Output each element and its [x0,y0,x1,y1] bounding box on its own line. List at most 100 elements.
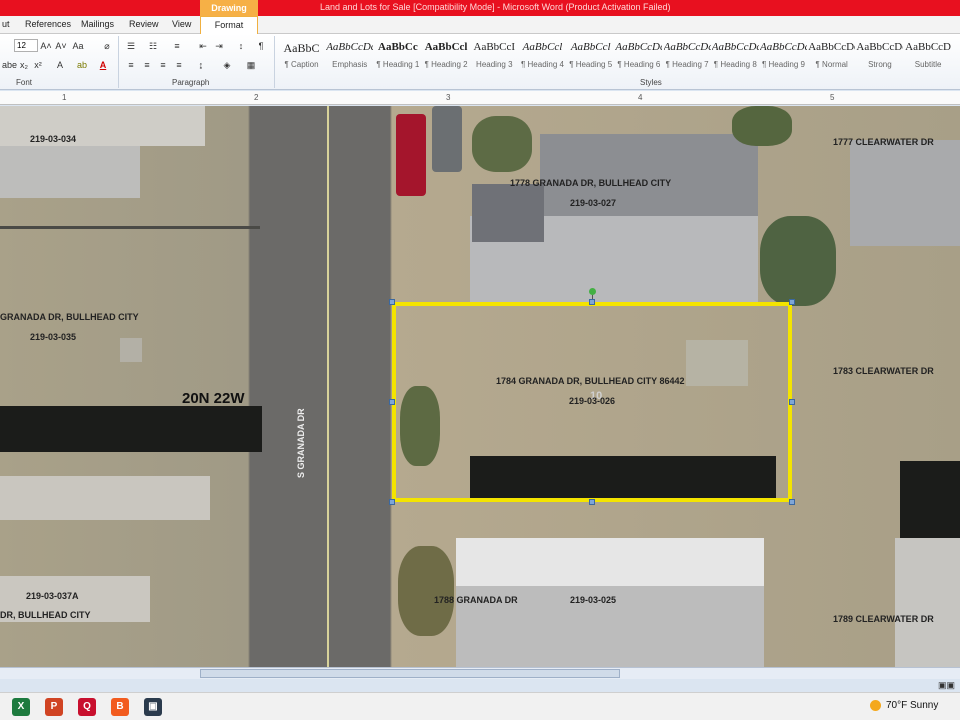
parcel-address: 1788 GRANADA DR [434,595,518,605]
neighbor-address: 1789 CLEARWATER DR [833,614,934,624]
resize-handle-n[interactable] [589,299,595,305]
text-effects-icon[interactable]: A [54,58,66,72]
numbering-icon[interactable]: ☷ [146,39,160,53]
highlight-icon[interactable]: ab [76,58,88,72]
clear-format-icon[interactable]: ⌀ [100,39,114,53]
ribbon: 12 A˄ A˅ Aa ⌀ abe x₂ x² A ab A Font ☰ ☷ … [0,34,960,90]
style-tile[interactable]: AaBbCcl ¶ Heading 5 [567,38,614,72]
resize-handle-s[interactable] [589,499,595,505]
line-spacing-icon[interactable]: ↨ [194,58,208,72]
style-tile[interactable]: AaBbCcD Subtitle [905,38,952,72]
bullets-icon[interactable]: ☰ [124,39,138,53]
superscript-icon[interactable]: x² [32,58,44,72]
parcel-apn: 219-03-035 [30,332,77,342]
horizontal-scrollbar[interactable] [0,667,960,679]
style-tile[interactable]: AaBbCcDc ¶ Heading 8 [712,38,759,72]
divider [118,36,119,88]
align-left-icon[interactable]: ≡ [124,58,138,72]
view-buttons[interactable]: ▣▣ [938,680,955,691]
grow-font-icon[interactable]: A˄ [40,39,52,53]
horizontal-ruler[interactable]: 1 2 3 4 5 [0,91,960,105]
style-tile[interactable]: AaBbCcDc ¶ Heading 9 [760,38,807,72]
tree [760,216,836,306]
township-range-label: 20N 22W [182,390,245,407]
tab-references[interactable]: References [25,19,71,29]
paragraph-group-label: Paragraph [172,78,210,87]
style-tile[interactable]: AaBbCcDc ¶ Heading 7 [664,38,711,72]
tab-format[interactable]: Format [200,16,258,35]
style-name: ¶ Heading 7 [665,60,709,69]
tab-view[interactable]: View [172,19,191,29]
pilcrow-icon[interactable]: ¶ [254,39,268,53]
parked-car [396,114,426,196]
style-name: ¶ Heading 1 [376,60,420,69]
font-size-select[interactable]: 12 [14,39,38,52]
increase-indent-icon[interactable]: ⇥ [212,39,226,53]
multilevel-list-icon[interactable]: ≡ [170,39,184,53]
parked-car [432,106,462,172]
style-tile[interactable]: AaBbCc ¶ Heading 1 [374,38,421,72]
drawing-tools-label: Drawing Tools [200,0,258,29]
sort-icon[interactable]: ↕ [234,39,248,53]
justify-icon[interactable]: ≡ [172,58,186,72]
parcel-address: 1778 GRANADA DR, BULLHEAD CITY [510,178,672,188]
brave-icon[interactable]: B [111,698,129,716]
resize-handle-ne[interactable] [789,299,795,305]
style-name: ¶ Caption [284,60,319,69]
change-case-icon[interactable]: Aa [72,39,84,53]
building-roof [895,538,960,667]
style-tile[interactable]: AaBbC ¶ Caption [278,38,325,72]
ruler-mark: 1 [62,93,67,102]
style-tile[interactable]: AaBbCcDd ¶ Normal [808,38,855,72]
style-name: Heading 3 [476,60,513,69]
aerial-parcel-map[interactable]: 219-03-034 1778 GRANADA DR, BULLHEAD CIT… [0,106,960,667]
style-tile[interactable]: AaBbCcDd Strong [856,38,903,72]
excel-icon[interactable]: X [12,698,30,716]
style-sample: AaBbCcDc [760,41,807,53]
tab-layout[interactable]: ut [2,19,10,29]
style-tile[interactable]: AaBbCcI Heading 3 [471,38,518,72]
building-roof [0,476,210,520]
sun-icon [870,700,881,711]
style-tile[interactable]: AaBbCcl ¶ Heading 2 [423,38,470,72]
font-color-icon[interactable]: A [97,58,109,72]
tab-review[interactable]: Review [129,19,159,29]
taskbar: X P Q B ▣ 70°F Sunny [0,692,960,720]
selected-lot-outline[interactable] [392,302,792,502]
style-sample: AaBbCcl [570,41,611,53]
style-name: ¶ Heading 5 [569,60,613,69]
resize-handle-sw[interactable] [389,499,395,505]
tree [398,546,454,636]
shading-icon[interactable]: ◈ [220,58,234,72]
style-name: ¶ Heading 4 [521,60,564,69]
divider [274,36,275,88]
powerpoint-icon[interactable]: P [45,698,63,716]
strikethrough-icon[interactable]: abe [2,58,17,72]
street-surface [250,106,390,667]
decrease-indent-icon[interactable]: ⇤ [196,39,210,53]
style-tile[interactable]: AaBbCcDc Emphasis [326,38,373,72]
resize-handle-nw[interactable] [389,299,395,305]
style-tile[interactable]: AaBbCcl ¶ Heading 4 [519,38,566,72]
align-center-icon[interactable]: ≡ [140,58,154,72]
weather-widget[interactable]: 70°F Sunny [870,700,938,711]
resize-handle-e[interactable] [789,399,795,405]
style-tile[interactable]: AaBbCcDc ¶ Heading 6 [615,38,662,72]
style-sample: AaBbCcDc [711,41,759,53]
subscript-icon[interactable]: x₂ [18,58,30,72]
title-bar: Drawing Tools Land and Lots for Sale [Co… [0,0,960,29]
scrollbar-thumb[interactable] [200,669,620,678]
shrink-font-icon[interactable]: A˅ [55,39,67,53]
style-sample: AaBbCc [378,41,418,53]
building-shadow [900,461,960,539]
ruler-mark: 4 [638,93,643,102]
borders-icon[interactable]: ▦ [244,58,258,72]
tab-mailings[interactable]: Mailings [81,19,114,29]
car-app-icon[interactable]: ▣ [144,698,162,716]
rotate-handle[interactable] [589,288,596,295]
quicken-icon[interactable]: Q [78,698,96,716]
resize-handle-se[interactable] [789,499,795,505]
resize-handle-w[interactable] [389,399,395,405]
align-right-icon[interactable]: ≡ [156,58,170,72]
parcel-apn: 219-03-037A [26,591,79,601]
